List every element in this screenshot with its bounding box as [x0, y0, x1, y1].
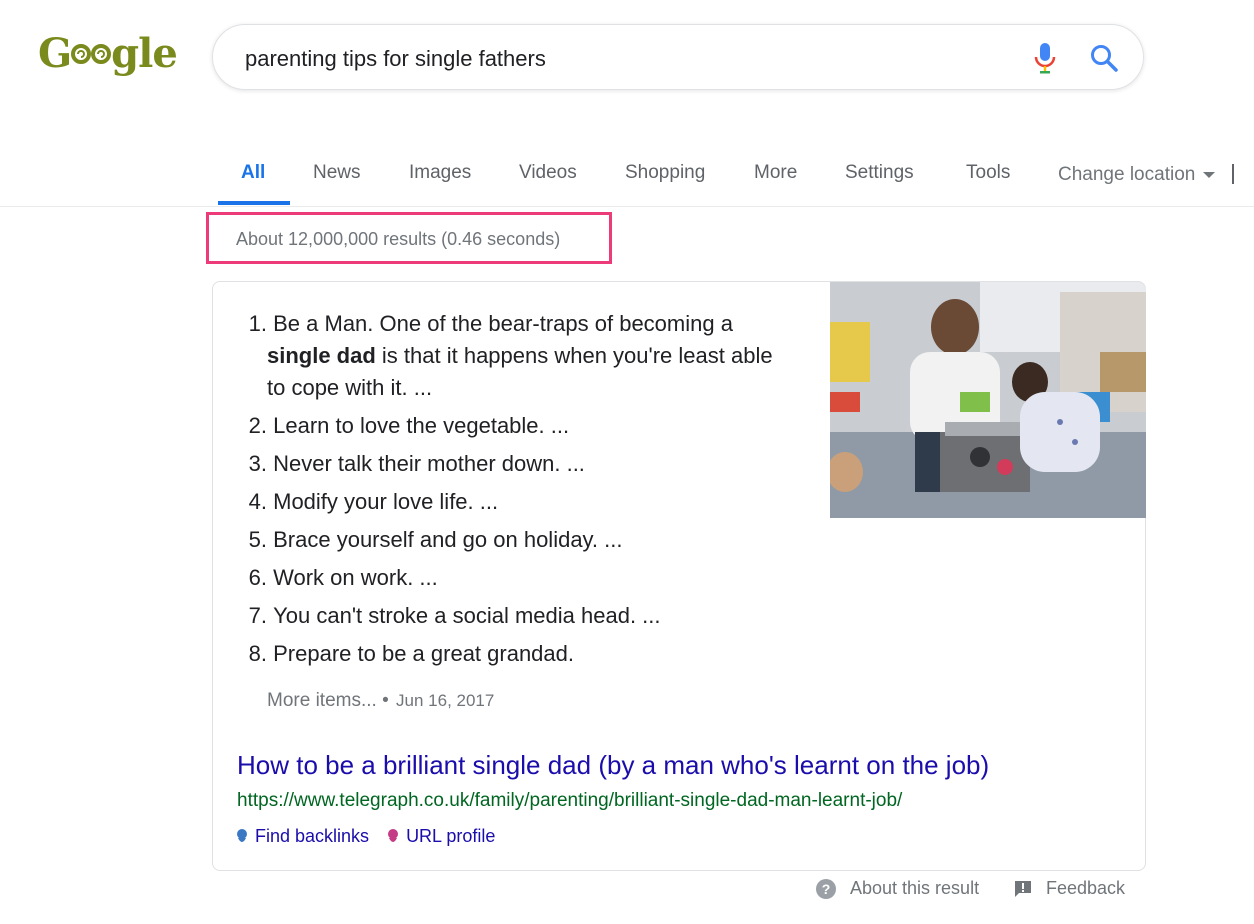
tab-divider [1232, 164, 1234, 184]
tab-news[interactable]: News [313, 162, 361, 184]
search-bar[interactable] [212, 24, 1144, 90]
more-items-row: More items... • Jun 16, 2017 [267, 690, 494, 712]
list-item: 5. Brace yourself and go on holiday. ... [248, 527, 623, 552]
tab-settings[interactable]: Settings [845, 162, 914, 184]
tab-more[interactable]: More [754, 162, 797, 184]
snippet-list: 1. Be a Man. One of the bear-traps of be… [235, 308, 795, 676]
result-title-link[interactable]: How to be a brilliant single dad (by a m… [237, 750, 989, 781]
extension-links: Find backlinks URL profile [235, 826, 507, 851]
featured-snippet-card: 1. Be a Man. One of the bear-traps of be… [212, 281, 1146, 871]
backlinks-icon [237, 828, 247, 842]
google-logo[interactable]: G gle [38, 30, 178, 77]
find-backlinks-link[interactable]: Find backlinks [235, 826, 369, 847]
bullet-separator: • [382, 690, 389, 711]
search-tabs: All News Images Videos Shopping More Set… [0, 140, 1254, 207]
tab-images[interactable]: Images [409, 162, 471, 184]
url-profile-link[interactable]: URL profile [386, 826, 495, 847]
tab-shopping[interactable]: Shopping [625, 162, 705, 184]
svg-text:?: ? [822, 881, 831, 897]
feedback-icon [1015, 880, 1031, 897]
result-stats: About 12,000,000 results (0.46 seconds) [236, 229, 561, 249]
list-item: 1. Be a Man. One of the bear-traps of be… [248, 311, 773, 400]
change-location-dropdown[interactable]: Change location [1058, 164, 1216, 186]
microphone-icon[interactable] [1033, 42, 1057, 76]
search-icon[interactable] [1089, 43, 1119, 73]
result-url[interactable]: https://www.telegraph.co.uk/family/paren… [237, 790, 902, 812]
more-items-link[interactable]: More items... [267, 690, 377, 711]
url-profile-icon [388, 828, 399, 842]
list-item: 6. Work on work. ... [248, 565, 438, 590]
swirl-o-icon [91, 43, 112, 64]
list-item: 2. Learn to love the vegetable. ... [248, 413, 570, 438]
list-item: 7. You can't stroke a social media head.… [248, 603, 661, 628]
active-tab-indicator [218, 201, 290, 205]
swirl-o-icon [71, 43, 92, 64]
tab-tools[interactable]: Tools [966, 162, 1010, 184]
help-icon: ? [816, 878, 836, 899]
list-item: 4. Modify your love life. ... [248, 489, 499, 514]
tab-videos[interactable]: Videos [519, 162, 577, 184]
list-item: 8. Prepare to be a great grandad. [248, 641, 575, 666]
caret-down-icon [1203, 171, 1216, 178]
feedback-link[interactable]: Feedback [1014, 878, 1125, 899]
father-child-photo [830, 282, 1146, 518]
snippet-date: Jun 16, 2017 [396, 691, 495, 710]
snippet-thumbnail[interactable] [830, 282, 1146, 518]
tab-all[interactable]: All [241, 162, 265, 184]
list-item: 3. Never talk their mother down. ... [248, 451, 585, 476]
search-input[interactable] [243, 43, 1007, 75]
about-this-result[interactable]: ? About this result [816, 878, 979, 899]
search-results-page: G gle All News Images Videos Shopping [0, 0, 1254, 924]
